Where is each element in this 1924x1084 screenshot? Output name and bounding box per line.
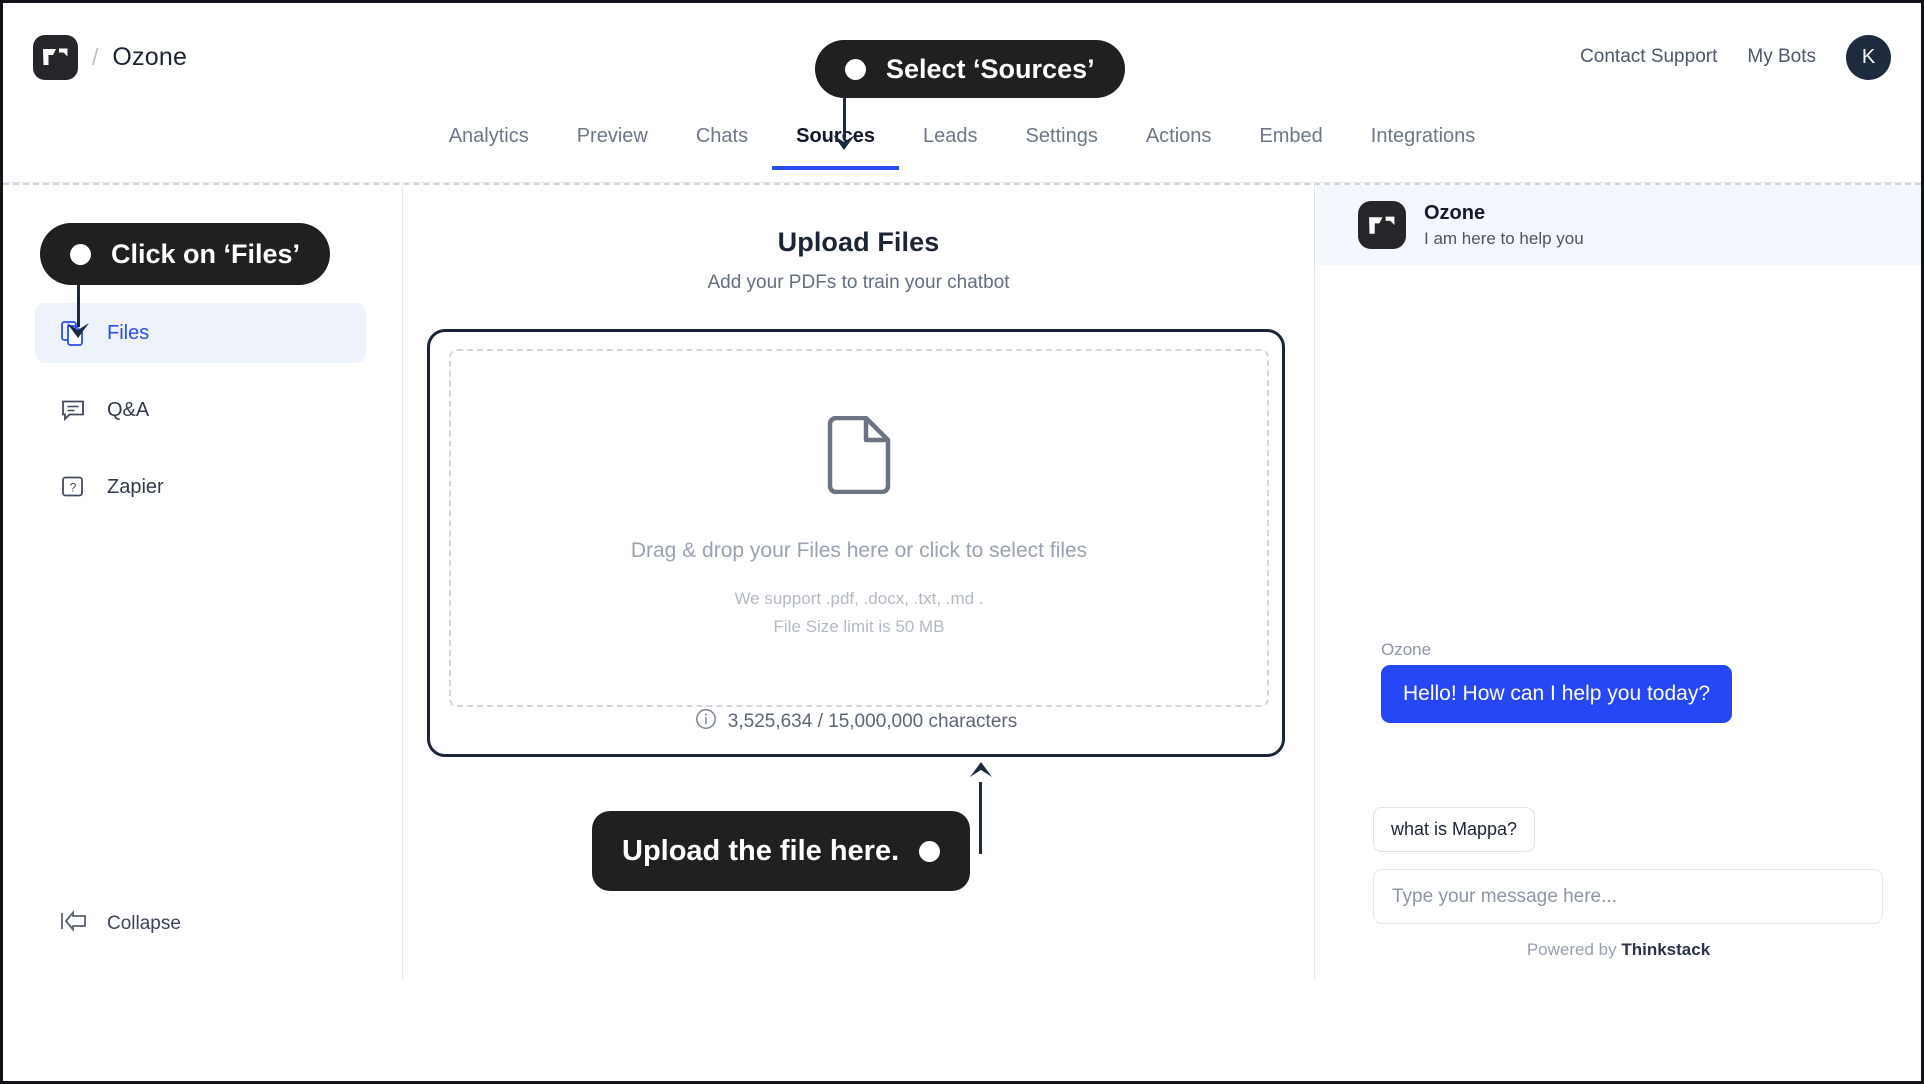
upload-title: Upload Files <box>777 227 940 257</box>
tab-leads[interactable]: Leads <box>899 111 1002 170</box>
dropzone-main-text: Drag & drop your Files here or click to … <box>630 539 1088 563</box>
powered-by-brand: Thinkstack <box>1621 940 1711 959</box>
callout-click-files-text: Click on ‘Files’ <box>111 238 301 269</box>
chat-message-sender: Ozone <box>1381 640 1432 659</box>
chat-bubble-icon <box>59 396 87 424</box>
upload-dropzone[interactable]: Drag & drop your Files here or click to … <box>449 349 1269 707</box>
callout-select-sources: Select ‘Sources’ <box>815 40 1125 98</box>
callout-click-files: Click on ‘Files’ <box>40 223 331 285</box>
chat-widget-header: Ozone I am here to help you <box>1316 185 1921 265</box>
app-window: / Ozone Contact Support My Bots K Analyt… <box>0 0 1924 1084</box>
top-bar-actions: Contact Support My Bots K <box>1580 34 1921 80</box>
thinkstack-logo-icon <box>1358 201 1406 249</box>
sidebar-item-label-qa: Q&A <box>107 398 150 421</box>
dropzone-note: We support .pdf, .docx, .txt, .md . File… <box>734 585 983 639</box>
svg-text:?: ? <box>70 481 77 495</box>
tab-analytics[interactable]: Analytics <box>425 111 553 170</box>
chat-widget-title: Ozone <box>1424 201 1486 224</box>
upload-subtitle: Add your PDFs to train your chatbot <box>707 272 1010 293</box>
document-file-icon <box>826 416 892 499</box>
sidebar-item-zapier[interactable]: ? Zapier <box>35 457 366 517</box>
callout-upload-arrowhead <box>970 762 992 777</box>
chat-message-list: Ozone Hello! How can I help you today? w… <box>1316 265 1921 980</box>
callout-upload-here-text: Upload the file here. <box>622 834 900 867</box>
thinkstack-logo-icon[interactable] <box>33 34 78 80</box>
tab-chats[interactable]: Chats <box>672 111 772 170</box>
character-counter-text: 3,525,634 / 15,000,000 characters <box>727 711 1018 732</box>
callout-select-sources-text: Select ‘Sources’ <box>886 53 1095 84</box>
sidebar-item-label-files: Files <box>107 321 150 344</box>
avatar[interactable]: K <box>1846 34 1891 80</box>
sources-sidebar: Files Q&A ? Zapier Collapse <box>3 185 403 980</box>
character-counter: 3,525,634 / 15,000,000 characters <box>430 708 1282 736</box>
dropzone-note-formats: We support .pdf, .docx, .txt, .md . <box>734 589 984 609</box>
callout-dot-icon <box>845 58 866 80</box>
tab-actions[interactable]: Actions <box>1122 111 1236 170</box>
collapse-left-arrow-icon <box>59 909 89 938</box>
question-square-icon: ? <box>59 473 87 501</box>
callout-upload-here: Upload the file here. <box>592 811 971 891</box>
tab-preview[interactable]: Preview <box>553 111 672 170</box>
callout-upload-anchor-line <box>979 782 982 854</box>
info-circle-icon[interactable] <box>695 708 717 736</box>
powered-by-label: Powered by <box>1526 940 1622 959</box>
chat-widget-identity: Ozone I am here to help you <box>1424 202 1584 249</box>
dropzone-note-size: File Size limit is 50 MB <box>773 616 945 636</box>
callout-dot-icon <box>70 243 91 265</box>
chat-suggestion-chip[interactable]: what is Mappa? <box>1373 807 1536 852</box>
main-tab-bar: Analytics Preview Chats Sources Leads Se… <box>3 111 1921 183</box>
callout-sources-arrowhead <box>833 135 855 150</box>
chat-message-input[interactable]: Type your message here... <box>1373 869 1883 924</box>
page-title: Ozone <box>112 42 188 71</box>
contact-support-link[interactable]: Contact Support <box>1580 46 1717 68</box>
my-bots-link[interactable]: My Bots <box>1747 46 1816 68</box>
sidebar-item-qa[interactable]: Q&A <box>35 380 366 440</box>
upload-dropzone-card[interactable]: Drag & drop your Files here or click to … <box>427 329 1285 757</box>
chat-preview-panel: Ozone I am here to help you Ozone Hello!… <box>1316 185 1921 980</box>
collapse-label: Collapse <box>107 913 181 934</box>
collapse-sidebar-button[interactable]: Collapse <box>59 909 181 938</box>
tab-embed[interactable]: Embed <box>1235 111 1346 170</box>
breadcrumb-separator: / <box>92 43 99 70</box>
sidebar-item-label-zapier: Zapier <box>107 475 164 498</box>
callout-dot-icon <box>919 840 941 862</box>
chat-message-bubble: Hello! How can I help you today? <box>1381 665 1733 723</box>
callout-files-arrowhead <box>67 323 89 338</box>
tab-settings[interactable]: Settings <box>1002 111 1122 170</box>
tab-integrations[interactable]: Integrations <box>1347 111 1500 170</box>
chat-widget-subtitle: I am here to help you <box>1424 228 1584 248</box>
breadcrumb: / Ozone <box>3 34 188 80</box>
chat-widget-footer: Powered by Thinkstack <box>1316 940 1921 960</box>
